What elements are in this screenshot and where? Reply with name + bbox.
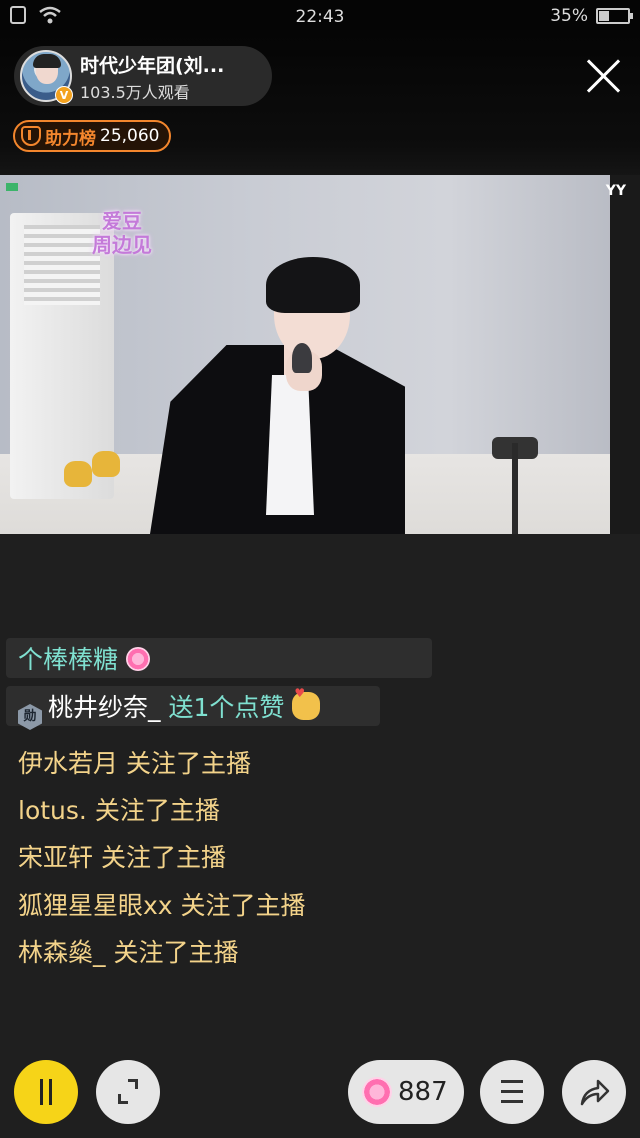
- rank-label: 助力榜: [45, 128, 96, 149]
- chat-action: 关注了主播: [172, 891, 306, 920]
- host-card[interactable]: V 时代少年团(刘... 103.5万人观看: [14, 46, 272, 106]
- rank-value: 25,060: [100, 126, 160, 146]
- status-time: 22:43: [295, 7, 345, 27]
- share-icon: [580, 1079, 610, 1106]
- chat-action: 送1个点赞: [168, 693, 285, 722]
- chat-action: 关注了主播: [118, 749, 251, 778]
- battery-icon: [596, 8, 633, 24]
- host-name: 时代少年团(刘...: [80, 55, 225, 77]
- chat-action: 关注了主播: [93, 843, 226, 872]
- lollipop-icon: [125, 647, 150, 671]
- chat-username[interactable]: 伊水若月: [18, 749, 118, 778]
- chat-action: 关注了主播: [105, 938, 239, 967]
- status-bar: 22:43 35%: [0, 0, 640, 34]
- chat-text: 个棒棒糖: [18, 645, 119, 674]
- live-video[interactable]: 爱豆 周边见 YY: [0, 175, 640, 534]
- lollipop-icon: [362, 1077, 392, 1107]
- rank-badge[interactable]: 助力榜 25,060: [13, 120, 172, 152]
- singer-hair: [266, 257, 360, 313]
- video-wall-shadow: [610, 175, 640, 534]
- mic-stand: [512, 443, 518, 534]
- chat-message: 狐狸星星眼xx 关注了主播: [18, 886, 306, 922]
- avatar-hair: [33, 54, 61, 68]
- studio-sign: 爱豆 周边见: [82, 209, 162, 265]
- chat-message: lotus. 关注了主播: [18, 791, 220, 827]
- viewer-count: 103.5万人观看: [80, 83, 190, 102]
- thumbs-up-hand-icon: [292, 686, 321, 720]
- expand-icon: [128, 1079, 138, 1089]
- chat-username[interactable]: 宋亚轩: [18, 843, 93, 872]
- chat-username[interactable]: 林森燊_: [18, 938, 106, 967]
- yy-watermark: YY: [605, 183, 626, 199]
- chat-message: 勋桃井纱奈_ 送1个点赞: [18, 686, 321, 730]
- level-badge-icon: 勋: [18, 704, 42, 730]
- gift-button[interactable]: 887: [348, 1060, 464, 1124]
- menu-icon: [501, 1080, 523, 1104]
- battery-fill: [599, 11, 609, 21]
- chat-message: 宋亚轩 关注了主播: [18, 838, 226, 874]
- fullscreen-button[interactable]: [96, 1060, 160, 1124]
- status-icons-right: 35%: [550, 6, 633, 26]
- share-button[interactable]: [562, 1060, 626, 1124]
- menu-button[interactable]: [480, 1060, 544, 1124]
- gift-count: 887: [398, 1077, 448, 1107]
- signal-icon: [6, 183, 18, 191]
- chat-message: 伊水若月 关注了主播: [18, 744, 251, 780]
- chat-message: 个棒棒糖: [18, 640, 150, 676]
- chat-username[interactable]: 桃井纱奈_: [48, 693, 161, 722]
- chat-username[interactable]: 狐狸星星眼xx: [18, 891, 173, 920]
- verified-badge-icon: V: [55, 86, 73, 104]
- studio-sign-line1: 爱豆: [102, 209, 142, 233]
- chat-username[interactable]: lotus.: [18, 796, 87, 825]
- close-button[interactable]: [584, 56, 622, 94]
- shield-icon: [21, 126, 41, 146]
- studio-sign-line2: 周边见: [92, 233, 152, 257]
- plush-toy: [64, 461, 92, 487]
- plush-toy: [92, 451, 120, 477]
- chat-action: 关注了主播: [86, 796, 220, 825]
- pause-button[interactable]: [14, 1060, 78, 1124]
- microphone: [292, 343, 312, 373]
- chat-message: 林森燊_ 关注了主播: [18, 933, 238, 969]
- top-area: V 时代少年团(刘... 103.5万人观看 助力榜 25,060: [0, 34, 640, 175]
- expand-icon: [118, 1094, 128, 1104]
- battery-percent: 35%: [550, 6, 588, 26]
- plush-toys: [64, 449, 124, 489]
